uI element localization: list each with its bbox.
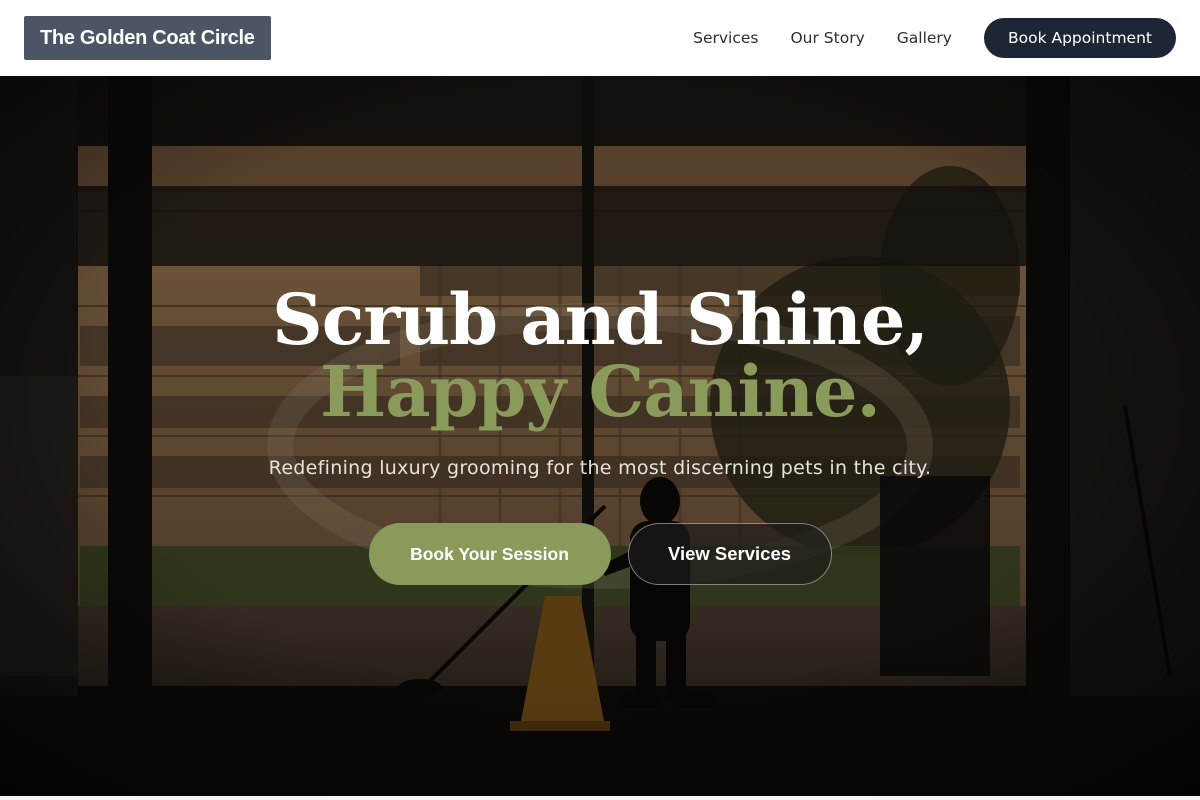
nav-link-our-story[interactable]: Our Story (790, 29, 864, 47)
book-session-button[interactable]: Book Your Session (368, 523, 611, 585)
hero-headline: Scrub and Shine, Happy Canine. (0, 284, 1200, 428)
hero-section: Scrub and Shine, Happy Canine. Redefinin… (0, 76, 1200, 796)
top-navigation: The Golden Coat Circle Services Our Stor… (0, 0, 1200, 76)
headline-line-2-accent: Happy Canine. (320, 350, 881, 433)
nav-links: Services Our Story Gallery Book Appointm… (693, 18, 1176, 58)
hero-content: Scrub and Shine, Happy Canine. Redefinin… (0, 76, 1200, 796)
next-section-edge (0, 796, 1200, 800)
nav-link-gallery[interactable]: Gallery (897, 29, 952, 47)
nav-link-services[interactable]: Services (693, 29, 758, 47)
brand-logo[interactable]: The Golden Coat Circle (24, 16, 271, 60)
headline-line-1: Scrub and Shine, (272, 278, 929, 361)
hero-subtitle: Redefining luxury grooming for the most … (268, 457, 932, 479)
book-appointment-button[interactable]: Book Appointment (983, 18, 1176, 58)
hero-button-row: Book Your Session View Services (0, 523, 1200, 585)
view-services-button[interactable]: View Services (627, 523, 832, 585)
